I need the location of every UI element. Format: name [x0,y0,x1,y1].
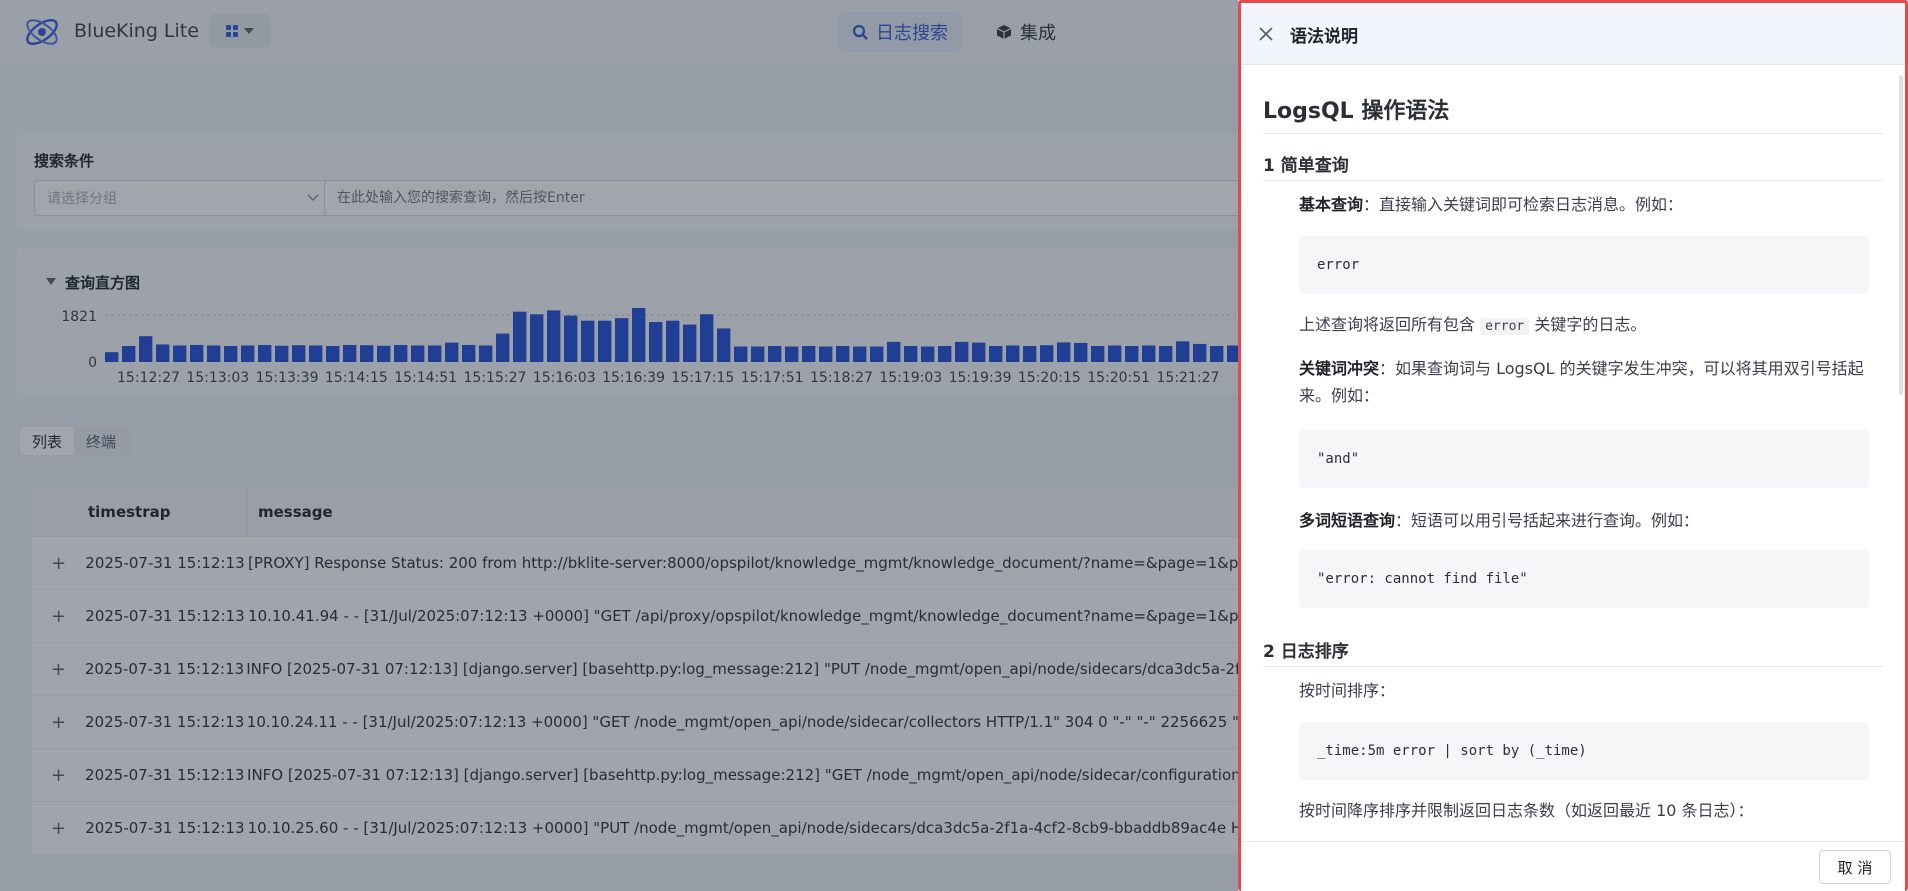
code-block-and: "and" [1299,430,1869,488]
basic-query-text: ：直接输入关键词即可检索日志消息。例如： [1363,195,1684,214]
phrase-query-text: ：短语可以用引号括起来进行查询。例如： [1395,511,1700,530]
result-text-pre: 上述查询将返回所有包含 [1299,315,1481,334]
drawer-title: 语法说明 [1290,27,1358,47]
drawer-body: LogsQL 操作语法 1 简单查询 基本查询：直接输入关键词即可检索日志消息。… [1241,65,1905,841]
code-block-phrase: "error: cannot find file" [1299,550,1869,608]
modal-overlay[interactable] [0,0,1238,891]
keyword-conflict-label: 关键词冲突 [1299,359,1380,378]
section-simple-query-title: 1 简单查询 [1263,151,1883,181]
doc-title: LogsQL 操作语法 [1263,93,1883,134]
inline-code-error: error [1480,318,1530,335]
phrase-query-paragraph: 多词短语查询：短语可以用引号括起来进行查询。例如： [1299,507,1869,534]
result-text-post: 关键字的日志。 [1529,315,1647,334]
code-block-error: error [1299,236,1869,294]
phrase-query-label: 多词短语查询 [1299,511,1396,530]
basic-query-label: 基本查询 [1299,195,1364,214]
keyword-conflict-paragraph: 关键词冲突：如果查询词与 LogsQL 的关键字发生冲突，可以将其用双引号括起来… [1299,355,1869,409]
close-icon[interactable] [1257,25,1275,43]
section-log-sort-title: 2 日志排序 [1263,637,1883,667]
sort-by-time-paragraph: 按时间排序： [1299,681,1396,700]
syntax-help-drawer: 语法说明 LogsQL 操作语法 1 简单查询 基本查询：直接输入关键词即可检索… [1238,0,1908,891]
keyword-conflict-text: ：如果查询词与 LogsQL 的关键字发生冲突，可以将其用双引号括起来。例如： [1299,359,1864,405]
drawer-scrollbar[interactable] [1899,75,1903,395]
cancel-button[interactable]: 取 消 [1819,850,1891,884]
drawer-header: 语法说明 [1241,3,1905,65]
sort-desc-paragraph: 按时间降序排序并限制返回日志条数（如返回最近 10 条日志）： [1299,801,1754,820]
basic-query-paragraph: 基本查询：直接输入关键词即可检索日志消息。例如： [1299,191,1869,218]
code-block-sort: _time:5m error | sort by (_time) [1299,722,1869,780]
drawer-footer: 取 消 [1241,841,1905,891]
result-paragraph: 上述查询将返回所有包含 error 关键字的日志。 [1299,311,1869,340]
